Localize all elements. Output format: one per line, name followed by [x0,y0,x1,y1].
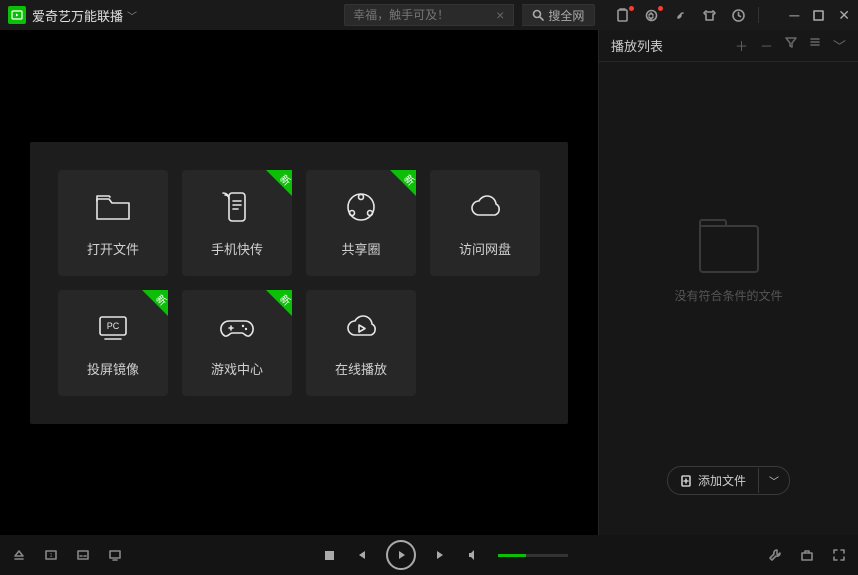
transfer-icon[interactable] [644,8,659,23]
history-icon[interactable] [731,8,746,23]
filter-icon[interactable] [785,36,797,55]
card-label: 投屏镜像 [87,359,139,378]
fullscreen-icon[interactable] [832,548,846,562]
close-button[interactable]: ✕ [838,7,850,24]
stop-button[interactable] [323,549,336,562]
minimize-button[interactable]: ─ [789,7,799,23]
card-label: 共享圈 [341,239,380,258]
next-button[interactable] [434,548,448,562]
sidebar-header: 播放列表 ＋ － ﹀ [599,30,858,62]
divider [758,7,759,23]
card-online-play[interactable]: 在线播放 [306,290,416,396]
app-logo [8,6,26,24]
sidebar-title: 播放列表 [611,36,663,55]
new-badge: 新 [266,170,292,196]
add-file-label: 添加文件 [698,472,746,489]
chevron-down-icon[interactable]: ﹀ [833,36,846,55]
card-open-file[interactable]: 打开文件 [58,170,168,276]
new-badge: 新 [266,290,292,316]
launch-panel: 打开文件 新 手机快传 新 共享圈 [30,142,568,424]
card-label: 手机快传 [211,239,263,258]
volume-icon[interactable] [466,548,480,562]
notification-dot [658,6,663,11]
empty-message: 没有符合条件的文件 [674,287,782,304]
title-bar: 爱奇艺万能联播 ﹀ × 搜全网 [0,0,858,30]
add-file-dropdown[interactable]: ﹀ [758,468,789,493]
add-icon[interactable]: ＋ [735,36,748,55]
title-chevron-down-icon[interactable]: ﹀ [127,8,137,23]
volume-slider[interactable] [498,554,568,557]
shirt-icon[interactable] [702,8,717,23]
link-icon[interactable] [673,8,688,23]
tool-icon[interactable] [768,548,782,562]
play-button[interactable] [386,540,416,570]
search-input[interactable] [344,4,514,26]
eject-icon[interactable] [12,548,26,562]
ratio-icon[interactable]: 1 [44,548,58,562]
main-stage: 打开文件 新 手机快传 新 共享圈 [0,30,598,535]
briefcase-icon[interactable] [800,548,814,562]
card-share-circle[interactable]: 新 共享圈 [306,170,416,276]
card-cloud-drive[interactable]: 访问网盘 [430,170,540,276]
app-title: 爱奇艺万能联播 [32,6,123,25]
clipboard-icon[interactable] [615,8,630,23]
previous-button[interactable] [354,548,368,562]
card-label: 在线播放 [335,359,387,378]
playlist-sidebar: 播放列表 ＋ － ﹀ 没有符合条件的文件 添加文件 [598,30,858,535]
card-label: 打开文件 [87,239,139,258]
player-bar: 1 [0,535,858,575]
search-clear-icon[interactable]: × [496,7,504,23]
top-icon-bar [615,8,746,23]
search-button-label: 搜全网 [548,7,584,24]
add-file-button[interactable]: 添加文件 ﹀ [667,466,790,495]
empty-folder-icon [699,225,759,273]
card-cast-mirror[interactable]: 新 PC 投屏镜像 [58,290,168,396]
svg-text:1: 1 [50,553,53,559]
list-icon[interactable] [809,36,821,55]
maximize-button[interactable] [813,10,824,21]
search-bar: × 搜全网 [344,4,595,26]
card-phone-transfer[interactable]: 新 手机快传 [182,170,292,276]
window-controls: ─ ✕ [789,7,850,24]
sidebar-empty-state: 没有符合条件的文件 [599,62,858,466]
new-badge: 新 [142,290,168,316]
svg-text:PC: PC [107,321,120,331]
subtitle-icon[interactable] [76,548,90,562]
notification-dot [629,6,634,11]
card-game-center[interactable]: 新 游戏中心 [182,290,292,396]
search-button[interactable]: 搜全网 [522,4,595,26]
card-label: 游戏中心 [211,359,263,378]
card-label: 访问网盘 [459,239,511,258]
display-icon[interactable] [108,548,122,562]
new-badge: 新 [390,170,416,196]
remove-icon[interactable]: － [760,36,773,55]
